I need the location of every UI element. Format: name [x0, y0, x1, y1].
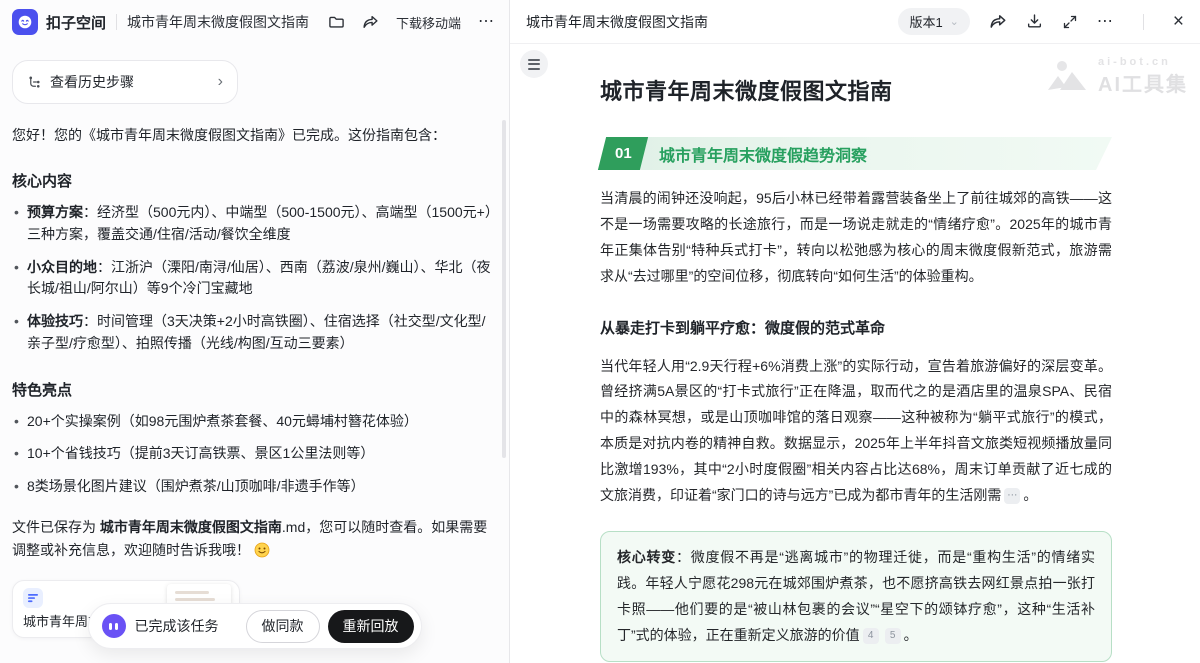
app-logo-icon — [12, 9, 38, 35]
document-content: 城市青年周末微度假图文指南 01 城市青年周末微度假趋势洞察 当清晨的闹钟还没响… — [600, 44, 1112, 663]
header-divider — [1143, 14, 1144, 30]
history-steps-label: 查看历史步骤 — [50, 72, 134, 92]
task-title: 城市青年周末微度假图文指南 — [127, 12, 309, 32]
list-item: 小众目的地：江浙沪（溧阳/南浔/仙居）、西南（荔波/泉州/巍山）、华北（夜长城/… — [12, 257, 493, 300]
share-icon[interactable] — [362, 14, 379, 31]
left-header: 扣子空间 城市青年周末微度假图文指南 下载移动端 ⋯ — [0, 0, 509, 44]
highlights-list: 20+个实操案例（如98元围炉煮茶套餐、40元蟳埔村簪花体验） 10+个省钱技巧… — [12, 411, 493, 498]
history-steps-button[interactable]: 查看历史步骤 › — [12, 60, 238, 104]
header-divider — [116, 14, 117, 30]
subsection-heading: 从暴走打卡到躺平疗愈：微度假的范式革命 — [600, 317, 1112, 338]
document-header-actions: 版本1 ⌄ ⋯ × — [898, 8, 1184, 35]
share-icon[interactable] — [989, 13, 1007, 31]
replay-button[interactable]: 重新回放 — [328, 610, 414, 643]
assistant-greeting: 您好！您的《城市青年周末微度假图文指南》已完成。这份指南包含： — [12, 124, 493, 146]
close-icon[interactable]: × — [1173, 12, 1184, 31]
chat-panel: 扣子空间 城市青年周末微度假图文指南 下载移动端 ⋯ 查看历史步骤 › 您好！您… — [0, 0, 510, 663]
list-item: 20+个实操案例（如98元围炉煮茶套餐、40元蟳埔村簪花体验） — [12, 411, 493, 433]
core-content-heading: 核心内容 — [12, 170, 493, 191]
smile-emoji-icon — [254, 542, 270, 565]
expand-icon[interactable] — [1062, 14, 1078, 30]
citation-badge[interactable]: 5 — [885, 628, 901, 644]
paragraph: 当代年轻人用“2.9天行程+6%消费上涨”的实际行动，宣告着旅游偏好的深层变革。… — [600, 354, 1112, 509]
version-selector[interactable]: 版本1 ⌄ — [898, 8, 969, 35]
folder-icon[interactable] — [328, 14, 345, 31]
download-mobile-button[interactable]: 下载移动端 — [396, 13, 461, 32]
list-item: 预算方案：经济型（500元内）、中端型（500-1500元）、高端型（1500元… — [12, 202, 493, 245]
outline-menu-icon[interactable] — [520, 50, 548, 78]
section-banner: 01 城市青年周末微度假趋势洞察 — [600, 137, 1112, 170]
make-same-button[interactable]: 做同款 — [246, 610, 320, 643]
assistant-avatar — [102, 614, 126, 638]
more-icon[interactable]: ⋯ — [478, 14, 495, 30]
key-insight-callout: 核心转变：微度假不再是“逃离城市”的物理迁徙，而是“重构生活”的情绪实践。年轻人… — [600, 531, 1112, 663]
chat-scrollbar[interactable] — [502, 120, 506, 458]
saved-file-name: 城市青年周末微度假图文指南 — [100, 519, 282, 535]
document-panel: 城市青年周末微度假图文指南 版本1 ⌄ ⋯ × — [510, 0, 1200, 663]
list-item: 8类场景化图片建议（围炉煮茶/山顶咖啡/非遗手作等） — [12, 476, 493, 498]
core-content-list: 预算方案：经济型（500元内）、中端型（500-1500元）、高端型（1500元… — [12, 202, 493, 354]
left-header-actions: 下载移动端 ⋯ — [328, 13, 495, 32]
task-status-text: 已完成该任务 — [135, 616, 219, 636]
brand-name: 扣子空间 — [46, 12, 106, 33]
document-viewer[interactable]: ai-bot.cn AI工具集 城市青年周末微度假图文指南 01 城市青年周末微… — [510, 44, 1200, 663]
section-number-badge: 01 — [598, 137, 648, 170]
steps-icon — [27, 75, 42, 90]
citation-badge[interactable]: 4 — [863, 628, 879, 644]
more-icon[interactable]: ⋯ — [1097, 14, 1114, 30]
citation-collapsed-badge[interactable]: ⋯ — [1004, 488, 1020, 504]
section-title: 城市青年周末微度假趋势洞察 — [659, 142, 867, 166]
chevron-right-icon: › — [218, 73, 223, 91]
file-saved-note: 文件已保存为 城市青年周末微度假图文指南.md，您可以随时查看。如果需要调整或补… — [12, 516, 493, 565]
callout-lead: 核心转变 — [617, 549, 676, 565]
document-header: 城市青年周末微度假图文指南 版本1 ⌄ ⋯ × — [510, 0, 1200, 44]
paragraph: 当清晨的闹钟还没响起，95后小林已经带着露营装备坐上了前往城郊的高铁——这不是一… — [600, 186, 1112, 290]
download-icon[interactable] — [1026, 13, 1043, 30]
chevron-down-icon: ⌄ — [950, 15, 959, 28]
task-status-bar: 已完成该任务 做同款 重新回放 — [88, 603, 422, 649]
highlights-heading: 特色亮点 — [12, 379, 493, 400]
document-title: 城市青年周末微度假图文指南 — [600, 74, 1112, 106]
app-window: 扣子空间 城市青年周末微度假图文指南 下载移动端 ⋯ 查看历史步骤 › 您好！您… — [0, 0, 1200, 663]
list-item: 10+个省钱技巧（提前3天订高铁票、景区1公里法则等） — [12, 443, 493, 465]
document-icon — [23, 588, 43, 608]
list-item: 体验技巧：时间管理（3天决策+2小时高铁圈）、住宿选择（社交型/文化型/亲子型/… — [12, 311, 493, 354]
chat-message-area[interactable]: 查看历史步骤 › 您好！您的《城市青年周末微度假图文指南》已完成。这份指南包含：… — [0, 44, 509, 663]
document-header-title: 城市青年周末微度假图文指南 — [526, 12, 708, 32]
